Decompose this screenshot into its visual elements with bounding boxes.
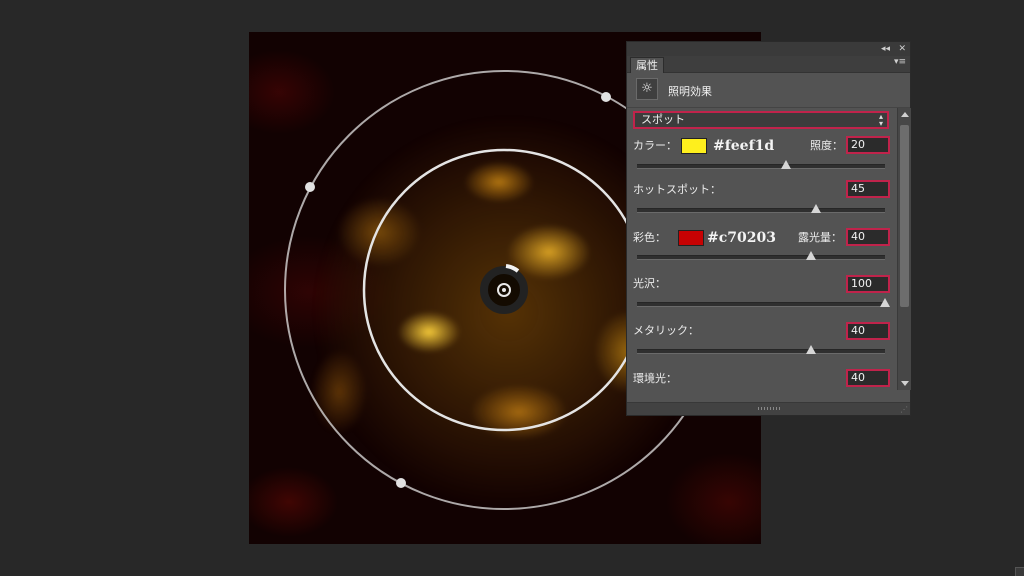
colorize-swatch[interactable] <box>678 230 704 246</box>
panel-menu-icon[interactable]: ▾≡ <box>894 57 906 67</box>
panel-bottom-bar: ⋰ <box>627 402 910 415</box>
scroll-up-arrow-icon[interactable] <box>901 112 909 117</box>
intensity-slider[interactable] <box>637 160 885 169</box>
colorize-label: 彩色： <box>633 231 666 244</box>
light-color-hex: #feef1d <box>713 138 775 154</box>
panel-scrollbar[interactable] <box>897 108 911 390</box>
metallic-slider-thumb[interactable] <box>805 345 816 354</box>
properties-content: スポット ▴ ▾ カラー： #feef1d 照度： 20 ホットスポット： 45 … <box>627 108 897 400</box>
ambience-label: 環境光： <box>633 372 677 385</box>
resize-corner-icon[interactable]: ⋰ <box>900 405 908 414</box>
intensity-slider-thumb[interactable] <box>780 160 791 169</box>
hotspot-label: ホットスポット： <box>633 183 721 196</box>
hotspot-input[interactable]: 45 <box>846 180 890 198</box>
metallic-input[interactable]: 40 <box>846 322 890 340</box>
scrollbar-thumb[interactable] <box>900 125 909 307</box>
gloss-slider[interactable] <box>637 298 890 307</box>
gloss-slider-thumb[interactable] <box>880 298 890 307</box>
light-color-swatch[interactable] <box>681 138 707 154</box>
spot-handle-bottom[interactable] <box>396 478 406 488</box>
window-corner <box>1015 567 1024 576</box>
hotspot-slider-thumb[interactable] <box>810 204 821 213</box>
exposure-slider[interactable] <box>637 251 885 260</box>
select-arrows-icon: ▴ ▾ <box>878 112 883 128</box>
collapse-panel-button[interactable]: ◂◂ <box>881 42 890 56</box>
intensity-input[interactable]: 20 <box>846 136 890 154</box>
exposure-label: 露光量： <box>798 231 842 244</box>
panel-tab-row: 属性 ▾≡ <box>627 56 910 73</box>
ambience-input[interactable]: 40 <box>846 369 890 387</box>
effect-header: ☼ 照明効果 <box>627 73 910 108</box>
tab-properties[interactable]: 属性 <box>630 57 664 73</box>
hotspot-slider[interactable] <box>637 204 885 213</box>
exposure-slider-thumb[interactable] <box>805 251 816 260</box>
intensity-label: 照度： <box>810 139 843 152</box>
spot-handle-top[interactable] <box>601 92 611 102</box>
metallic-slider[interactable] <box>637 345 885 354</box>
gloss-label: 光沢： <box>633 277 666 290</box>
close-panel-button[interactable]: ✕ <box>898 42 906 56</box>
spot-handle-left[interactable] <box>305 182 315 192</box>
light-type-value: スポット <box>641 113 685 126</box>
light-type-select[interactable]: スポット ▴ ▾ <box>633 111 889 129</box>
panel-resize-grip[interactable] <box>758 407 780 410</box>
exposure-input[interactable]: 40 <box>846 228 890 246</box>
scroll-down-arrow-icon[interactable] <box>901 381 909 386</box>
colorize-hex: #c70203 <box>707 230 776 246</box>
color-label: カラー： <box>633 139 677 152</box>
effect-title: 照明効果 <box>668 85 712 98</box>
light-center-dot <box>502 288 506 292</box>
panel-title-bar[interactable]: ◂◂ ✕ <box>627 42 910 56</box>
metallic-label: メタリック： <box>633 324 699 337</box>
gloss-input[interactable]: 100 <box>846 275 890 293</box>
properties-panel: ◂◂ ✕ 属性 ▾≡ ☼ 照明効果 スポット ▴ ▾ カラー： #feef1d 照… <box>626 41 911 416</box>
light-effect-icon: ☼ <box>636 78 658 100</box>
